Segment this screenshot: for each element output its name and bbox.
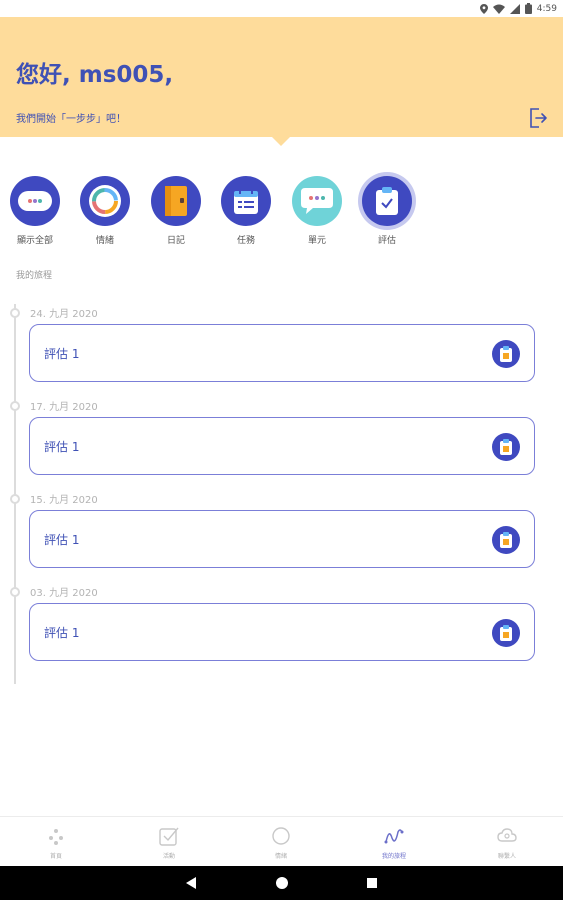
card-title: 評估 1: [44, 347, 80, 361]
category-label: 日記: [166, 236, 185, 246]
entry-date: 24. 九月 2020: [30, 309, 98, 320]
clipboard-icon: [492, 340, 520, 368]
assessment-card[interactable]: 評估 1: [29, 510, 535, 568]
signal-icon: [509, 3, 520, 14]
nav-item-contacts[interactable]: 聯繫人: [451, 817, 563, 867]
battery-icon: [524, 3, 532, 14]
category-label: 單元: [307, 236, 326, 246]
category-assessment[interactable]: 評估: [352, 172, 422, 246]
journey-icon: [384, 829, 404, 844]
category-label: 任務: [236, 236, 255, 246]
clipboard-check-icon: [362, 176, 412, 226]
home-button-icon[interactable]: [276, 877, 288, 889]
chat-dots-icon: [10, 176, 60, 226]
category-label: 顯示全部: [16, 236, 53, 246]
category-label: 評估: [377, 236, 396, 246]
status-bar: 4:59: [0, 0, 563, 17]
assessment-card[interactable]: 評估 1: [29, 603, 535, 661]
entry-date: 15. 九月 2020: [30, 495, 98, 506]
app-screen: 4:59 您好, ms005, 我們開始「一步步」吧！ 顯示全部 情緒 日記 任…: [0, 0, 563, 900]
nav-label: 活動: [162, 853, 175, 860]
nav-item-journey[interactable]: 我的旅程: [338, 817, 450, 867]
card-title: 評估 1: [44, 533, 80, 547]
logout-icon[interactable]: [528, 107, 548, 129]
timeline-entry: 15. 九月 2020 評估 1: [0, 490, 563, 583]
category-show-all[interactable]: 顯示全部: [0, 176, 70, 246]
circle-icon: [272, 827, 290, 845]
category-task[interactable]: 任務: [211, 176, 281, 246]
section-title: 我的旅程: [16, 271, 53, 281]
header-pointer: [272, 137, 290, 146]
timeline-entry: 03. 九月 2020 評估 1: [0, 583, 563, 676]
card-title: 評估 1: [44, 440, 80, 454]
category-diary[interactable]: 日記: [141, 176, 211, 246]
welcome-header: 您好, ms005, 我們開始「一步步」吧！: [0, 17, 563, 137]
checkbox-icon: [159, 827, 179, 846]
entry-date: 17. 九月 2020: [30, 402, 98, 413]
mood-ring-icon: [80, 176, 130, 226]
nav-label: 聯繫人: [497, 853, 516, 860]
recent-apps-icon[interactable]: [367, 878, 377, 888]
location-icon: [479, 3, 488, 14]
cloud-contact-icon: [497, 828, 517, 842]
nav-item-activities[interactable]: 活動: [113, 817, 225, 867]
timeline-dot: [10, 587, 20, 597]
nav-item-home[interactable]: 首頁: [0, 817, 112, 867]
card-title: 評估 1: [44, 626, 80, 640]
category-filter-row: 顯示全部 情緒 日記 任務 單元 評估: [0, 172, 563, 246]
system-navigation-bar: [0, 866, 563, 900]
status-icons: 4:59: [479, 2, 557, 15]
nav-label: 我的旅程: [381, 853, 406, 860]
bottom-navigation: 首頁 活動 情緒 我的旅程 聯繫人: [0, 816, 563, 866]
unit-chat-icon: [292, 176, 342, 226]
wifi-icon: [492, 4, 505, 14]
category-unit[interactable]: 單元: [282, 176, 352, 246]
category-label: 情緒: [95, 236, 114, 246]
clipboard-icon: [492, 619, 520, 647]
timeline-dot: [10, 494, 20, 504]
timeline-entry: 17. 九月 2020 評估 1: [0, 397, 563, 490]
nav-label: 首頁: [49, 853, 62, 860]
back-icon[interactable]: [186, 877, 198, 889]
clipboard-icon: [492, 526, 520, 554]
timeline-entry: 24. 九月 2020 評估 1: [0, 304, 563, 397]
timeline-dot: [10, 308, 20, 318]
category-mood[interactable]: 情緒: [70, 176, 140, 246]
nav-label: 情緒: [274, 853, 287, 860]
diary-icon: [151, 176, 201, 226]
entry-date: 03. 九月 2020: [30, 588, 98, 599]
status-time: 4:59: [536, 3, 557, 14]
assessment-card[interactable]: 評估 1: [29, 417, 535, 475]
home-dots-icon: [49, 829, 63, 845]
nav-item-mood[interactable]: 情緒: [225, 817, 337, 867]
assessment-card[interactable]: 評估 1: [29, 324, 535, 382]
calendar-task-icon: [221, 176, 271, 226]
clipboard-icon: [492, 433, 520, 461]
greeting-title: 您好, ms005,: [16, 62, 174, 88]
greeting-subtitle: 我們開始「一步步」吧！: [16, 114, 126, 125]
timeline-dot: [10, 401, 20, 411]
